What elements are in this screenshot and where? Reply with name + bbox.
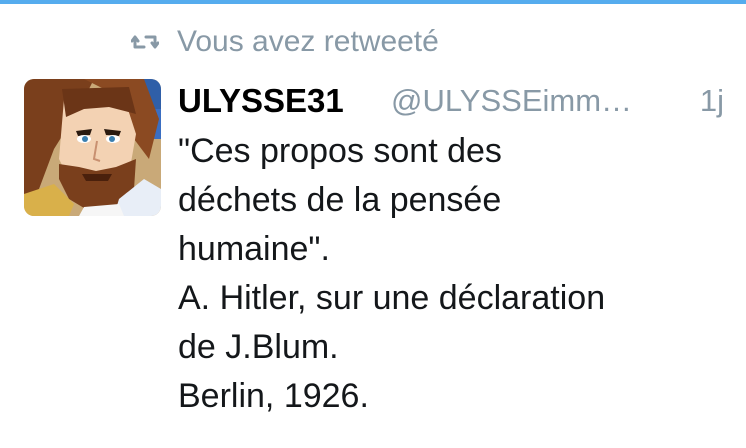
tweet-text-line: de J.Blum. [178, 328, 339, 366]
display-name[interactable]: ULYSSE31 [178, 78, 344, 124]
avatar[interactable] [24, 79, 161, 216]
tweet-text-line: "Ces propos sont des [178, 132, 502, 170]
user-handle[interactable]: @ULYSSEimm… [391, 78, 632, 124]
retweet-icon [130, 31, 160, 53]
retweet-context-text: Vous avez retweeté [177, 25, 439, 58]
tweet-text: "Ces propos sont des déchets de la pensé… [178, 127, 728, 421]
tweet-text-line: déchets de la pensée [178, 181, 502, 219]
tweet-text-line: humaine". [178, 230, 330, 268]
retweet-context: Vous avez retweeté [130, 22, 439, 62]
tweet-text-line: Berlin, 1926. [178, 377, 369, 415]
tweet-timestamp[interactable]: 1j [700, 78, 724, 124]
top-accent-bar [0, 0, 746, 4]
tweet-text-line: A. Hitler, sur une déclaration [178, 279, 606, 317]
tweet-header: ULYSSE31 @ULYSSEimm… 1j [178, 78, 728, 124]
